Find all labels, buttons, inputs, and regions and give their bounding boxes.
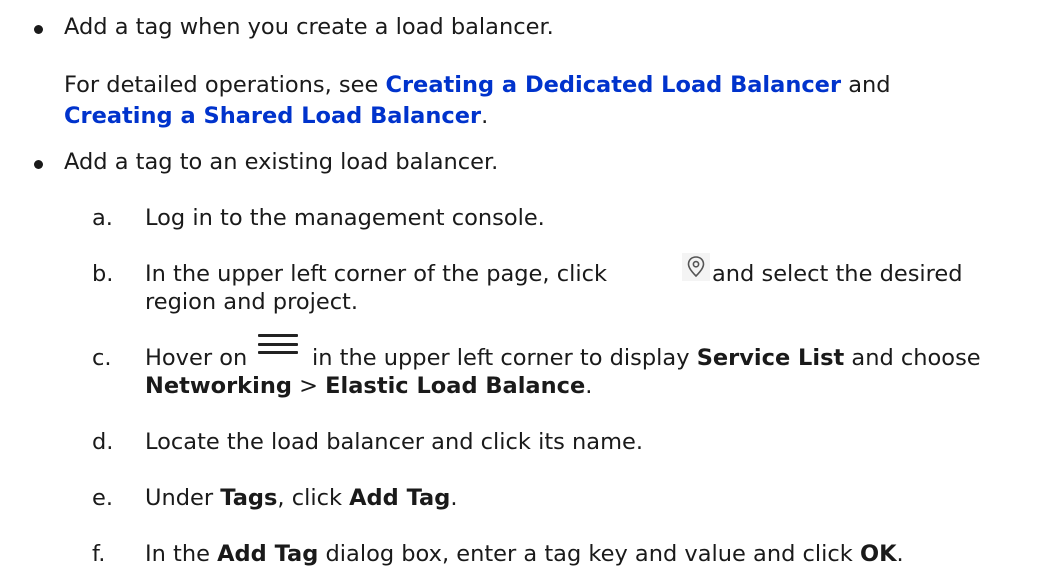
step-c-after: and choose: [844, 345, 981, 371]
shared-lb-link[interactable]: Creating a Shared Load Balancer: [64, 103, 481, 129]
step-c-before: Hover on: [145, 345, 248, 371]
step-f-mid: dialog box, enter a tag key and value an…: [318, 541, 860, 567]
ok-label: OK: [859, 541, 897, 567]
step-e-line: Under Tags, click Add Tag.: [145, 487, 458, 510]
add-tag-label: Add Tag: [349, 485, 451, 511]
step-b-marker: b.: [92, 261, 114, 287]
step-f-end: .: [896, 541, 904, 567]
menu-icon: [258, 334, 298, 354]
step-c-mid: in the upper left corner to display: [312, 345, 697, 371]
step-b-before: In the upper left corner of the page, cl…: [145, 261, 607, 287]
networking-label: Networking: [145, 373, 292, 399]
step-b-after: and select the desired: [712, 261, 963, 287]
step-c-end: .: [585, 373, 593, 399]
step-e-end: .: [450, 485, 458, 511]
detail-prefix: For detailed operations, see: [64, 72, 386, 98]
bullet1-detail-line2: Creating a Shared Load Balancer.: [64, 105, 488, 128]
detail-and: and: [841, 72, 891, 98]
bullet2-text: Add a tag to an existing load balancer.: [64, 149, 499, 175]
step-c-marker: c.: [92, 345, 112, 371]
step-c-line1: in the upper left corner to display Serv…: [312, 347, 981, 370]
bullet1-text: Add a tag when you create a load balance…: [64, 14, 554, 40]
elb-label: Elastic Load Balance: [325, 373, 586, 399]
tags-label: Tags: [220, 485, 278, 511]
step-f-marker: f.: [92, 541, 106, 567]
bullet1-detail-line1: For detailed operations, see Creating a …: [64, 74, 891, 97]
step-d-marker: d.: [92, 429, 114, 455]
step-c-sep: >: [292, 373, 326, 399]
location-pin-icon: [682, 253, 710, 281]
step-e-before: Under: [145, 485, 221, 511]
bullet-marker: [34, 25, 43, 34]
service-list-label: Service List: [696, 345, 845, 371]
bullet-marker: [34, 160, 43, 169]
step-a-text: Log in to the management console.: [145, 205, 545, 231]
step-c-line2: Networking > Elastic Load Balance.: [145, 375, 592, 398]
step-f-before: In the: [145, 541, 218, 567]
step-b-line2: region and project.: [145, 289, 359, 315]
step-e-mid: , click: [277, 485, 350, 511]
step-f-line: In the Add Tag dialog box, enter a tag k…: [145, 543, 904, 566]
dedicated-lb-link[interactable]: Creating a Dedicated Load Balancer: [385, 72, 841, 98]
step-a-marker: a.: [92, 205, 113, 231]
step-e-marker: e.: [92, 485, 113, 511]
add-tag-dialog-label: Add Tag: [217, 541, 319, 567]
detail-end: .: [481, 103, 489, 129]
step-d-text: Locate the load balancer and click its n…: [145, 429, 643, 455]
